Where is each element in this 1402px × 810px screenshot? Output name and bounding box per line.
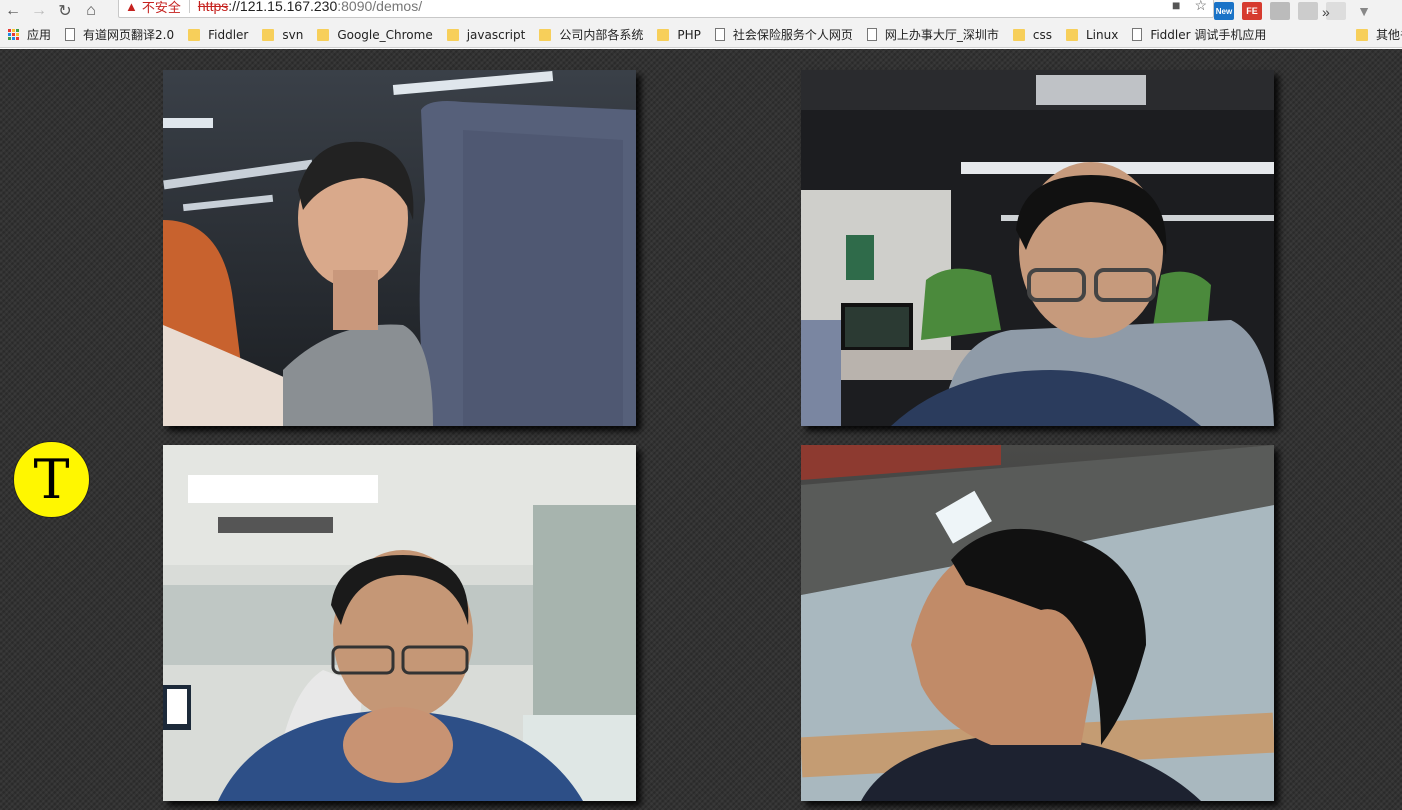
url-protocol: https [197,0,229,14]
warning-icon: ▲ [125,0,138,14]
bookmarks-bar: 应用 有道网页翻译2.0 Fiddler svn Google_Chrome javasc… [0,22,1402,48]
extension-v-icon[interactable]: ▼ [1354,2,1374,20]
divider [188,0,190,13]
bookmark-item[interactable]: 有道网页翻译2.0 [65,26,174,43]
bookmarks-overflow-button[interactable]: » [1322,4,1330,20]
new-extension-icon[interactable]: New [1214,2,1234,20]
page-icon [866,28,877,41]
other-bookmarks-folder[interactable]: 其他书签 [1356,26,1402,43]
folder-icon [1012,28,1025,41]
bookmark-label: 有道网页翻译2.0 [83,28,175,42]
folder-icon [657,28,670,41]
bookmark-label: 网上办事大厅_深圳市 [884,28,999,42]
security-label: 不安全 [141,0,181,15]
bookmark-item[interactable]: 公司内部各系统 [539,26,643,43]
user-initial-badge[interactable]: T [13,441,90,518]
video-frame [163,70,636,426]
video-tile-participant-1[interactable] [163,70,636,426]
browser-toolbar: ← → ↻ ⌂ ▲ 不安全 https://121.15.167.230:809… [0,0,1402,22]
bookmark-label: css [1032,27,1052,42]
bookmark-item[interactable]: javascript [446,27,526,42]
back-button[interactable]: ← [0,0,26,22]
bookmark-label: Fiddler 调试手机应用 [1150,28,1267,42]
bookmark-label: Fiddler [208,27,249,42]
star-icon[interactable]: ☆ [1194,0,1207,14]
folder-icon [539,28,552,41]
camera-icon[interactable]: ■ [1172,0,1180,14]
page-icon [1132,28,1143,41]
fe-extension-icon[interactable]: FE [1242,2,1262,20]
bookmark-label: PHP [677,27,701,42]
bookmark-label: 其他书签 [1376,28,1402,42]
forward-button[interactable]: → [26,0,52,22]
video-frame [801,445,1274,801]
url-host: ://121.15.167.230 [228,0,338,14]
page-icon [65,28,76,41]
extension-icon[interactable] [1270,2,1290,20]
bookmark-item[interactable]: 网上办事大厅_深圳市 [866,26,999,43]
bookmark-label: Linux [1085,27,1119,42]
video-frame [163,445,636,801]
bookmark-label: svn [282,27,304,42]
url-text: https://121.15.167.230:8090/demos/ [198,0,422,14]
page-content: T [0,49,1402,810]
folder-icon [262,28,275,41]
extensions-bar: New FE ▼ [1214,0,1374,22]
bookmark-label: javascript [466,27,526,42]
bookmark-label: 应用 [27,28,52,42]
folder-icon [317,28,330,41]
bookmark-item[interactable]: Google_Chrome [317,27,433,42]
video-tile-participant-2[interactable] [801,70,1274,426]
video-tile-participant-3[interactable] [163,445,636,801]
folder-icon [1356,28,1368,41]
video-tile-participant-4[interactable] [801,445,1274,801]
bookmark-item[interactable]: Fiddler [188,28,248,42]
bookmark-item[interactable]: 应用 [8,26,51,43]
bookmark-label: 社会保险服务个人网页 [732,28,853,42]
video-frame [801,70,1274,426]
folder-icon [188,28,201,41]
address-bar[interactable]: ▲ 不安全 https://121.15.167.230:8090/demos/… [118,0,1214,18]
folder-icon [1065,28,1078,41]
home-button[interactable]: ⌂ [78,0,104,22]
reload-button[interactable]: ↻ [52,0,78,22]
page-icon [714,28,725,41]
extension-icon[interactable] [1298,2,1318,20]
bookmark-label: Google_Chrome [337,27,433,42]
bookmark-item[interactable]: Linux [1065,27,1119,42]
bookmark-item[interactable]: Fiddler 调试手机应用 [1132,26,1266,43]
folder-icon [446,28,459,41]
bookmark-item[interactable]: PHP [657,28,701,42]
bookmark-item[interactable]: css [1012,27,1052,42]
bookmark-item[interactable]: 社会保险服务个人网页 [714,26,853,43]
bookmark-label: 公司内部各系统 [559,28,644,42]
apps-icon [8,29,19,40]
bookmark-item[interactable]: svn [262,28,303,42]
url-path: :8090/demos/ [337,0,423,14]
